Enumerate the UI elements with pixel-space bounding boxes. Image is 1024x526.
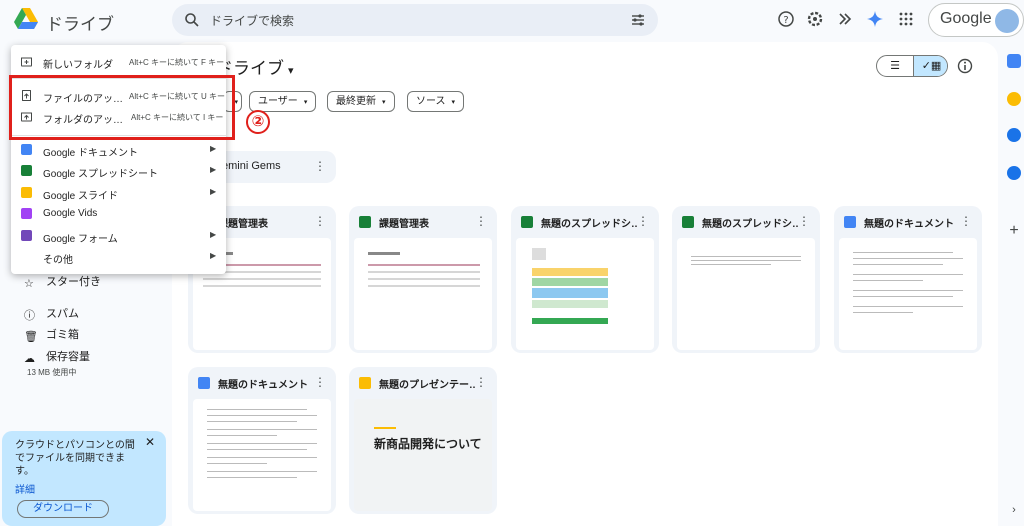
search-icon[interactable]: [184, 12, 200, 28]
calendar-icon[interactable]: [1007, 54, 1021, 68]
apps-grid-icon[interactable]: [897, 10, 915, 28]
storage-usage: 13 MB 使用中: [27, 368, 77, 377]
search-options-icon[interactable]: [630, 12, 646, 28]
sidebar-item-spam[interactable]: ⓘ スパム: [24, 305, 79, 322]
file-thumbnail: 新商品開発について: [354, 399, 492, 511]
chevron-right-icon: ▶: [210, 165, 217, 174]
file-card[interactable]: 無題のスプレッドシ… ⋮: [511, 206, 659, 353]
close-icon[interactable]: ✕: [145, 435, 155, 449]
info-icon[interactable]: [957, 58, 973, 74]
slide-title: 新商品開発について: [374, 437, 482, 451]
sheets-icon: [359, 216, 371, 228]
file-card[interactable]: 課題管理表 ⋮: [349, 206, 497, 353]
file-card[interactable]: 無題のプレゼンテー… ⋮ 新商品開発について: [349, 367, 497, 514]
sync-promo: クラウドとパソコンとの間でファイルを同期できます。 ✕ 詳細 ダウンロード: [2, 431, 166, 526]
keep-icon[interactable]: [1007, 92, 1021, 106]
menu-item-google-vids[interactable]: Google Vids: [11, 204, 226, 225]
account-switcher[interactable]: Google: [928, 3, 1024, 37]
sheets-icon: [682, 216, 694, 228]
sheets-icon: [21, 165, 32, 176]
gemini-icon[interactable]: [866, 10, 884, 28]
highlight-box: [9, 75, 235, 140]
file-thumbnail: [677, 238, 815, 350]
chevron-down-icon: ▾: [382, 99, 386, 106]
more-options-icon[interactable]: ⋮: [798, 214, 810, 228]
trash-icon: 🗑: [24, 331, 38, 343]
user-filter-chip[interactable]: ユーザー ▾: [249, 91, 317, 112]
chevron-down-icon: ▾: [451, 99, 456, 106]
chevron-right-icon: ▶: [210, 230, 217, 239]
cloud-icon: ☁: [24, 353, 35, 365]
gemini-shortcut-icon[interactable]: [836, 10, 854, 28]
side-panel-rail: + ›: [1003, 40, 1024, 526]
menu-item-google-sheets[interactable]: Google スプレッドシート ▶: [11, 161, 226, 182]
more-options-icon[interactable]: ⋮: [314, 159, 326, 173]
more-options-icon[interactable]: ⋮: [637, 214, 649, 228]
app-name: ドライブ: [46, 15, 114, 34]
grid-view-icon[interactable]: ✓▦: [913, 56, 947, 76]
sheets-icon: [521, 216, 533, 228]
chevron-down-icon: ▾: [234, 99, 238, 106]
tasks-icon[interactable]: [1007, 128, 1021, 142]
drive-logo-icon[interactable]: [14, 8, 38, 30]
help-icon[interactable]: ?: [777, 10, 795, 28]
step-annotation: ②: [246, 110, 270, 134]
docs-icon: [844, 216, 856, 228]
add-addon-icon[interactable]: +: [1007, 223, 1021, 239]
slides-icon: [359, 377, 371, 389]
forms-icon: [21, 230, 32, 241]
chevron-down-icon: ▾: [303, 99, 308, 106]
file-thumbnail: [354, 238, 492, 350]
expand-panel-icon[interactable]: ›: [1007, 504, 1021, 518]
promo-text: クラウドとパソコンとの間でファイルを同期できます。: [15, 440, 135, 477]
more-options-icon[interactable]: ⋮: [475, 214, 487, 228]
docs-icon: [198, 377, 210, 389]
account-label: Google: [940, 10, 992, 27]
svg-text:?: ?: [783, 15, 788, 26]
file-thumbnail: [193, 399, 331, 511]
slides-icon: [21, 187, 32, 198]
docs-icon: [21, 144, 32, 155]
avatar[interactable]: [995, 9, 1019, 33]
file-card[interactable]: 無題のドキュメント ⋮: [188, 367, 336, 514]
chevron-right-icon: ▶: [210, 251, 217, 260]
download-button[interactable]: ダウンロード: [17, 500, 109, 518]
top-bar: ドライブ ドライブで検索 ? Google: [0, 0, 1024, 40]
search-bar[interactable]: ドライブで検索: [172, 4, 658, 36]
learn-more-link[interactable]: 詳細: [15, 481, 35, 496]
new-folder-icon: [21, 57, 32, 67]
more-options-icon[interactable]: ⋮: [475, 375, 487, 389]
list-view-icon[interactable]: ☰: [877, 56, 913, 76]
file-card[interactable]: 無題のスプレッドシ… ⋮: [672, 206, 820, 353]
menu-item-new-folder[interactable]: 新しいフォルダ Alt+C キーに続いて F キー: [11, 52, 226, 73]
spam-icon: ⓘ: [24, 310, 35, 322]
view-toggle[interactable]: ☰ ✓▦: [876, 55, 948, 77]
more-options-icon[interactable]: ⋮: [314, 375, 326, 389]
chevron-right-icon: ▶: [210, 144, 217, 153]
search-input[interactable]: ドライブで検索: [210, 12, 294, 29]
menu-item-google-docs[interactable]: Google ドキュメント ▶: [11, 140, 226, 161]
sidebar-item-storage[interactable]: ☁ 保存容量: [24, 348, 90, 365]
star-icon: ☆: [24, 278, 34, 290]
menu-item-google-forms[interactable]: Google フォーム ▶: [11, 226, 226, 247]
more-options-icon[interactable]: ⋮: [314, 214, 326, 228]
chevron-down-icon: ▾: [288, 65, 294, 77]
source-filter-chip[interactable]: ソース ▾: [407, 91, 465, 112]
vids-icon: [21, 208, 32, 219]
settings-icon[interactable]: [806, 10, 824, 28]
chevron-right-icon: ▶: [210, 187, 217, 196]
file-thumbnail: [516, 238, 654, 350]
file-thumbnail: [839, 238, 977, 350]
modified-filter-chip[interactable]: 最終更新 ▾: [327, 91, 395, 112]
menu-item-google-slides[interactable]: Google スライド ▶: [11, 183, 226, 204]
sidebar-item-trash[interactable]: 🗑 ゴミ箱: [24, 326, 79, 343]
file-card[interactable]: 無題のドキュメント ⋮: [834, 206, 982, 353]
more-options-icon[interactable]: ⋮: [960, 214, 972, 228]
sidebar-item-starred[interactable]: ☆ スター付き: [24, 273, 101, 290]
contacts-icon[interactable]: [1007, 166, 1021, 180]
menu-item-more[interactable]: その他 ▶: [11, 247, 226, 268]
